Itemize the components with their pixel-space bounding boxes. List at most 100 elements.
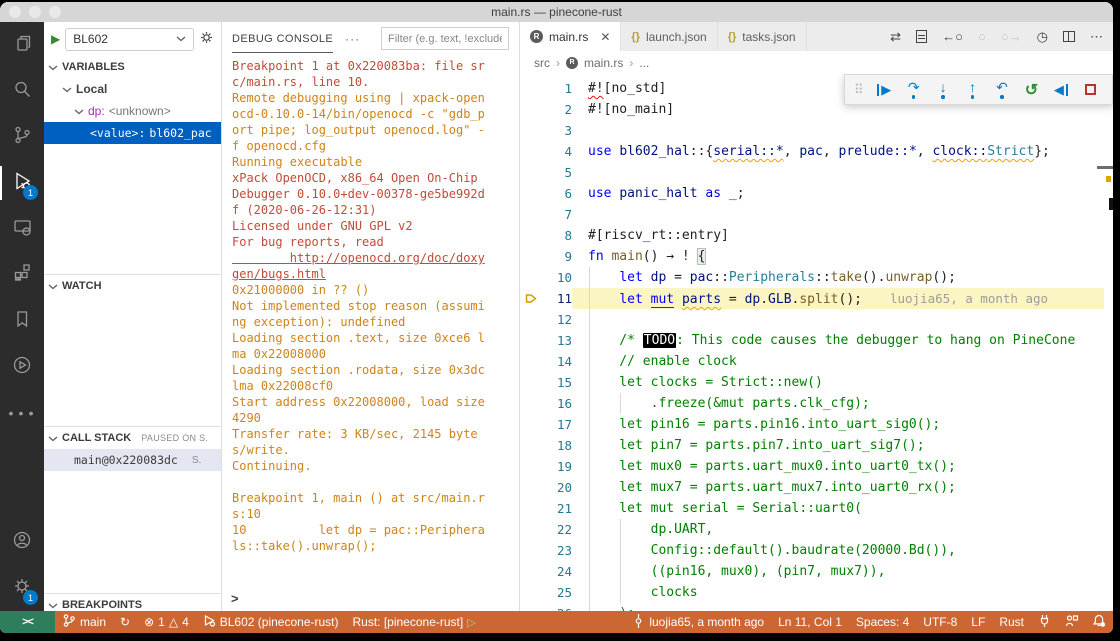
line-number[interactable]: 4 [542, 141, 572, 162]
line-number[interactable]: 18 [542, 435, 572, 456]
status-problems[interactable]: ⊗1 △4 [137, 611, 196, 633]
console-filter-input[interactable] [381, 27, 509, 50]
line-number[interactable]: 19 [542, 456, 572, 477]
code-editor[interactable]: 1#![no_std]2#![no_main]34use bl602_hal::… [520, 74, 1104, 611]
line-number[interactable]: 8 [542, 225, 572, 246]
line-number[interactable]: 1 [542, 78, 572, 99]
line-number[interactable]: 20 [542, 477, 572, 498]
console-output[interactable]: Breakpoint 1 at 0x220083ba: file src/mai… [222, 55, 519, 585]
tab-tasks-json[interactable]: {} tasks.json [718, 22, 807, 51]
breadcrumb-symbol[interactable]: ... [639, 56, 649, 70]
window-controls[interactable] [9, 6, 61, 18]
gutter-glyph[interactable] [520, 78, 542, 99]
accounts-button[interactable] [0, 519, 44, 565]
timer-run-icon[interactable]: ◷ [1037, 29, 1048, 45]
line-number[interactable]: 5 [542, 162, 572, 183]
line-number[interactable]: 21 [542, 498, 572, 519]
zoom-window-button[interactable] [49, 6, 61, 18]
line-number[interactable]: 2 [542, 99, 572, 120]
drag-handle-icon[interactable]: ⠿ [854, 82, 864, 98]
step-forward-circle-icon[interactable]: ○→ [1001, 29, 1022, 44]
debug-config-select[interactable]: BL602 [65, 28, 194, 51]
line-number[interactable]: 22 [542, 519, 572, 540]
tab-main-rs[interactable]: R main.rs ✕ [520, 22, 621, 51]
close-window-button[interactable] [9, 6, 21, 18]
panel-more-actions[interactable]: ··· [345, 32, 360, 46]
sidebar-item-run[interactable] [0, 344, 44, 390]
line-number[interactable]: 10 [542, 267, 572, 288]
sidebar-item-bookmarks[interactable] [0, 298, 44, 344]
stop-button[interactable] [1078, 77, 1103, 103]
line-number[interactable]: 16 [542, 393, 572, 414]
step-back-circle-icon[interactable]: ←○ [942, 29, 963, 44]
step-into-button[interactable]: ↓ [930, 77, 955, 103]
status-notifications[interactable] [1085, 611, 1113, 633]
continue-button[interactable]: ▶ [872, 77, 897, 103]
line-number[interactable]: 6 [542, 183, 572, 204]
call-stack-header[interactable]: CALL STACK PAUSED ON S. [44, 427, 221, 449]
remote-indicator[interactable]: >< [0, 611, 55, 633]
gutter-glyph[interactable] [520, 540, 542, 561]
more-actions-icon[interactable]: ⋯ [1090, 29, 1103, 45]
line-number[interactable]: 13 [542, 330, 572, 351]
sidebar-item-run-and-debug[interactable]: 1 [0, 160, 44, 206]
status-branch[interactable]: main [55, 611, 113, 633]
status-eol[interactable]: LF [964, 611, 992, 633]
gutter-glyph[interactable] [520, 183, 542, 204]
status-rust-task[interactable]: Rust: [pinecone-rust] ▷ [345, 611, 482, 633]
gutter-glyph[interactable] [520, 141, 542, 162]
gutter-glyph[interactable] [520, 162, 542, 183]
settings-button[interactable]: 1 [0, 565, 44, 611]
activity-more-button[interactable]: • • • [0, 390, 44, 436]
gutter-glyph[interactable] [520, 456, 542, 477]
sidebar-item-search[interactable] [0, 68, 44, 114]
gutter-glyph[interactable] [520, 582, 542, 603]
gutter-glyph[interactable] [520, 414, 542, 435]
gutter-glyph[interactable] [520, 225, 542, 246]
gutter-glyph[interactable] [520, 120, 542, 141]
sidebar-item-source-control[interactable] [0, 114, 44, 160]
watch-header[interactable]: WATCH [44, 275, 221, 297]
status-blame[interactable]: luojia65, a month ago [625, 611, 771, 633]
console-link-line[interactable]: http://openocd.org/doc/doxygen/bugs.html [232, 250, 486, 282]
status-feedback[interactable] [1058, 611, 1085, 633]
gutter-glyph[interactable] [520, 267, 542, 288]
gutter-glyph[interactable] [520, 330, 542, 351]
minimize-window-button[interactable] [29, 6, 41, 18]
step-back-button[interactable]: ↶ [989, 77, 1014, 103]
breadcrumb-src[interactable]: src [534, 56, 550, 70]
line-number[interactable]: 23 [542, 540, 572, 561]
line-number[interactable]: 11 [542, 288, 572, 309]
variable-dp-row[interactable]: dp: <unknown> [44, 100, 221, 122]
restart-button[interactable]: ↺ [1019, 77, 1044, 103]
tab-launch-json[interactable]: {} launch.json [621, 22, 717, 51]
split-editor-icon[interactable] [1063, 31, 1075, 42]
gutter-glyph[interactable] [520, 435, 542, 456]
configure-gear-icon[interactable] [199, 30, 214, 48]
status-line-col[interactable]: Ln 11, Col 1 [771, 611, 849, 633]
gutter-glyph[interactable] [520, 519, 542, 540]
gutter-glyph[interactable] [520, 246, 542, 267]
sidebar-item-explorer[interactable] [0, 22, 44, 68]
line-number[interactable]: 12 [542, 309, 572, 330]
gutter-glyph[interactable] [520, 477, 542, 498]
gutter-glyph[interactable] [520, 351, 542, 372]
step-over-button[interactable]: ↷ [901, 77, 926, 103]
status-encoding[interactable]: UTF-8 [916, 611, 964, 633]
line-number[interactable]: 25 [542, 582, 572, 603]
gutter-glyph[interactable] [520, 561, 542, 582]
breadcrumb[interactable]: src › R main.rs › ... [520, 51, 1113, 74]
status-ports[interactable] [1031, 611, 1058, 633]
step-out-button[interactable]: ↑ [960, 77, 985, 103]
close-icon[interactable]: ✕ [600, 30, 610, 44]
status-indentation[interactable]: Spaces: 4 [849, 611, 916, 633]
line-number[interactable]: 3 [542, 120, 572, 141]
line-number[interactable]: 9 [542, 246, 572, 267]
current-frame-icon[interactable]: ○ [978, 29, 986, 44]
variables-header[interactable]: VARIABLES [44, 56, 221, 78]
start-debug-icon[interactable]: ▶ [51, 32, 60, 46]
line-number[interactable]: 15 [542, 372, 572, 393]
line-number[interactable]: 26 [542, 603, 572, 611]
gutter-glyph[interactable] [520, 309, 542, 330]
sidebar-item-extensions[interactable] [0, 252, 44, 298]
